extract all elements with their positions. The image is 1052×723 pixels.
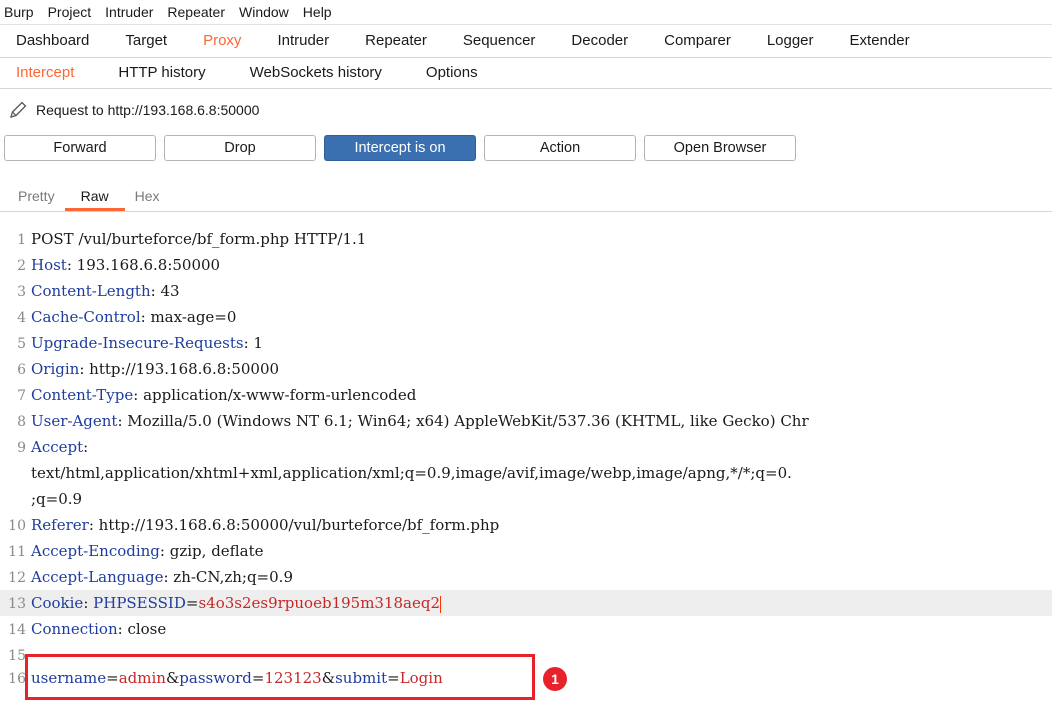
header-name: Referer: [31, 516, 89, 534]
header-value: http://193.168.6.8:50000: [84, 360, 280, 378]
header-name: Accept: [31, 438, 84, 456]
header-value: 43: [155, 282, 180, 300]
view-tab-pretty[interactable]: Pretty: [8, 188, 65, 211]
header-name: Host: [31, 256, 67, 274]
header-name: Accept-Language: [31, 568, 164, 586]
header-value: 193.168.6.8:50000: [71, 256, 221, 274]
pencil-icon[interactable]: [8, 100, 28, 120]
header-name: Connection: [31, 620, 118, 638]
request-line-7: 7 Content-Type: application/x-www-form-u…: [17, 386, 417, 404]
tab-intruder[interactable]: Intruder: [259, 25, 347, 57]
tab-comparer[interactable]: Comparer: [646, 25, 749, 57]
menu-burp[interactable]: Burp: [4, 4, 34, 20]
tab-sequencer[interactable]: Sequencer: [445, 25, 554, 57]
intercept-toggle-button[interactable]: Intercept is on: [324, 135, 476, 161]
header-name: Origin: [31, 360, 80, 378]
tab-dashboard[interactable]: Dashboard: [0, 25, 107, 57]
header-value: Mozilla/5.0 (Windows NT 6.1; Win64; x64)…: [122, 412, 809, 430]
tab-extender[interactable]: Extender: [832, 25, 928, 57]
request-line-13: 13 Cookie: PHPSESSID=s4o3s2es9rpuoeb195m…: [0, 590, 1052, 616]
forward-button[interactable]: Forward: [4, 135, 156, 161]
request-editor[interactable]: 1 POST /vul/burteforce/bf_form.php HTTP/…: [0, 226, 1052, 723]
header-name: Content-Type: [31, 386, 134, 404]
request-line-1: 1 POST /vul/burteforce/bf_form.php HTTP/…: [0, 226, 1052, 252]
header-name: Cookie: [31, 594, 84, 612]
header-name: Content-Length: [31, 282, 151, 300]
cookie-value: s4o3s2es9rpuoeb195m318aeq2: [198, 594, 441, 612]
tab-repeater[interactable]: Repeater: [347, 25, 445, 57]
header-value: http://193.168.6.8:50000/vul/burteforce/…: [93, 516, 500, 534]
header-value: zh-CN,zh;q=0.9: [168, 568, 293, 586]
request-line-9-wrap-2: ;q=0.9: [0, 486, 1052, 512]
header-value: gzip, deflate: [164, 542, 264, 560]
tab-target[interactable]: Target: [107, 25, 185, 57]
header-name: Accept-Encoding: [31, 542, 160, 560]
request-line-14: 14 Connection: close: [8, 620, 167, 638]
main-tabs: Dashboard Target Proxy Intruder Repeater…: [0, 25, 1052, 58]
text-cursor: [440, 595, 442, 613]
subtab-options[interactable]: Options: [404, 58, 500, 88]
header-value: application/x-www-form-urlencoded: [138, 386, 417, 404]
header-value-continuation: text/html,application/xhtml+xml,applicat…: [31, 464, 792, 482]
header-name: User-Agent: [31, 412, 118, 430]
request-line-6: 6 Origin: http://193.168.6.8:50000: [17, 360, 280, 378]
request-line-9-wrap-1: text/html,application/xhtml+xml,applicat…: [0, 460, 1052, 486]
subtab-http-history[interactable]: HTTP history: [96, 58, 227, 88]
request-line-12: 12 Accept-Language: zh-CN,zh;q=0.9: [8, 568, 293, 586]
request-line-11: 11 Accept-Encoding: gzip, deflate: [8, 542, 264, 560]
request-line-3: 3 Content-Length: 43: [17, 282, 180, 300]
tab-proxy[interactable]: Proxy: [185, 25, 259, 57]
drop-button[interactable]: Drop: [164, 135, 316, 161]
intercept-toolbar: Forward Drop Intercept is on Action Open…: [0, 131, 1052, 165]
cookie-name: PHPSESSID: [93, 594, 186, 612]
message-view-tabs: Pretty Raw Hex: [0, 171, 1052, 212]
request-line-8: 8 User-Agent: Mozilla/5.0 (Windows NT 6.…: [17, 412, 809, 430]
annotation-badge: 1: [543, 667, 567, 691]
tab-logger[interactable]: Logger: [749, 25, 832, 57]
subtab-intercept[interactable]: Intercept: [0, 58, 96, 88]
menubar: Burp Project Intruder Repeater Window He…: [0, 0, 1052, 25]
header-value-continuation: ;q=0.9: [31, 490, 83, 508]
header-value: close: [122, 620, 167, 638]
annotation-highlight-box: [25, 654, 535, 700]
view-tab-hex[interactable]: Hex: [125, 188, 170, 211]
menu-help[interactable]: Help: [303, 4, 332, 20]
request-target-label: Request to http://193.168.6.8:50000: [36, 102, 260, 118]
header-value: max-age=0: [145, 308, 237, 326]
menu-repeater[interactable]: Repeater: [167, 4, 225, 20]
header-value: 1: [248, 334, 263, 352]
tab-decoder[interactable]: Decoder: [553, 25, 646, 57]
request-line-4: 4 Cache-Control: max-age=0: [17, 308, 237, 326]
request-line-2: 2 Host: 193.168.6.8:50000: [17, 256, 221, 274]
menu-window[interactable]: Window: [239, 4, 289, 20]
action-button[interactable]: Action: [484, 135, 636, 161]
proxy-subtabs: Intercept HTTP history WebSockets histor…: [0, 58, 1052, 89]
request-line-10: 10 Referer: http://193.168.6.8:50000/vul…: [8, 516, 500, 534]
menu-project[interactable]: Project: [48, 4, 92, 20]
request-line-5: 5 Upgrade-Insecure-Requests: 1: [17, 334, 263, 352]
request-target-bar: Request to http://193.168.6.8:50000: [0, 89, 1052, 131]
header-name: Upgrade-Insecure-Requests: [31, 334, 244, 352]
view-tab-raw[interactable]: Raw: [64, 188, 125, 211]
open-browser-button[interactable]: Open Browser: [644, 135, 796, 161]
menu-intruder[interactable]: Intruder: [105, 4, 153, 20]
request-line-9: 9 Accept:: [17, 438, 89, 456]
request-start-line: POST /vul/burteforce/bf_form.php HTTP/1.…: [31, 230, 367, 248]
subtab-websockets-history[interactable]: WebSockets history: [228, 58, 404, 88]
header-name: Cache-Control: [31, 308, 141, 326]
